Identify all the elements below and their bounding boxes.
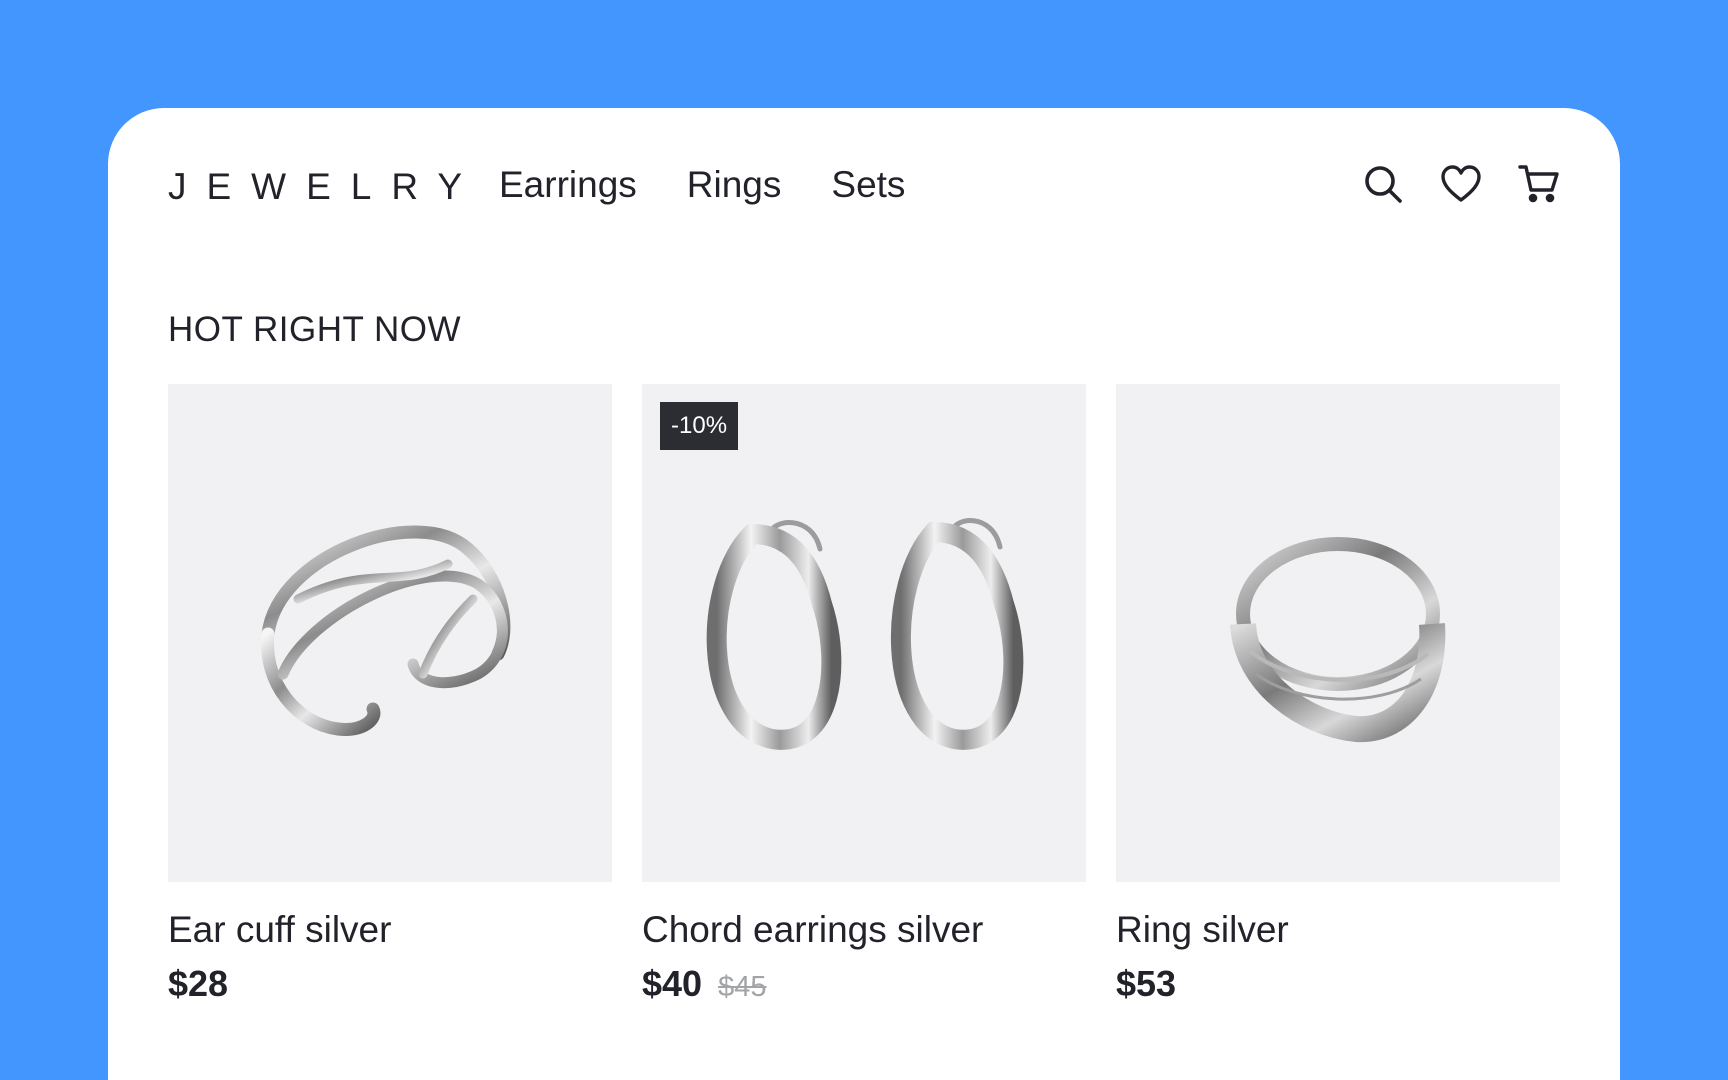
product-image[interactable]: [168, 384, 612, 882]
product-name[interactable]: Chord earrings silver: [642, 909, 1086, 951]
heart-icon[interactable]: [1440, 163, 1482, 205]
main-nav: Earrings Rings Sets: [499, 164, 905, 206]
product-card[interactable]: Ear cuff silver $28: [168, 384, 612, 1005]
page-card: JEWELRY Earrings Rings Sets HOT RIGHT NO…: [108, 108, 1620, 1080]
search-icon[interactable]: [1362, 163, 1404, 205]
nav-item-sets[interactable]: Sets: [831, 164, 905, 206]
cart-icon[interactable]: [1518, 163, 1560, 205]
old-price: $45: [718, 971, 767, 1003]
price-row: $40 $45: [642, 963, 1086, 1005]
discount-badge: -10%: [660, 402, 739, 450]
price-row: $28: [168, 963, 612, 1005]
section-title: HOT RIGHT NOW: [168, 310, 461, 349]
ring-image: [1230, 537, 1446, 743]
price-row: $53: [1116, 963, 1560, 1005]
logo[interactable]: JEWELRY: [168, 166, 482, 208]
product-card[interactable]: -10% Chord earrings silver $40 $45: [642, 384, 1086, 1005]
ear-cuff-image: [261, 525, 511, 736]
nav-item-earrings[interactable]: Earrings: [499, 164, 637, 206]
product-card[interactable]: Ring silver $53: [1116, 384, 1560, 1005]
product-grid: Ear cuff silver $28 -10% Chord earrings …: [168, 384, 1560, 1005]
nav-item-rings[interactable]: Rings: [687, 164, 782, 206]
product-image[interactable]: [1116, 384, 1560, 882]
product-name[interactable]: Ring silver: [1116, 909, 1560, 951]
product-price: $53: [1116, 963, 1177, 1004]
earrings-image: [706, 518, 1024, 750]
product-price: $40: [642, 963, 703, 1004]
product-image[interactable]: -10%: [642, 384, 1086, 882]
product-name[interactable]: Ear cuff silver: [168, 909, 612, 951]
product-price: $28: [168, 963, 229, 1004]
header-actions: [1362, 163, 1560, 205]
